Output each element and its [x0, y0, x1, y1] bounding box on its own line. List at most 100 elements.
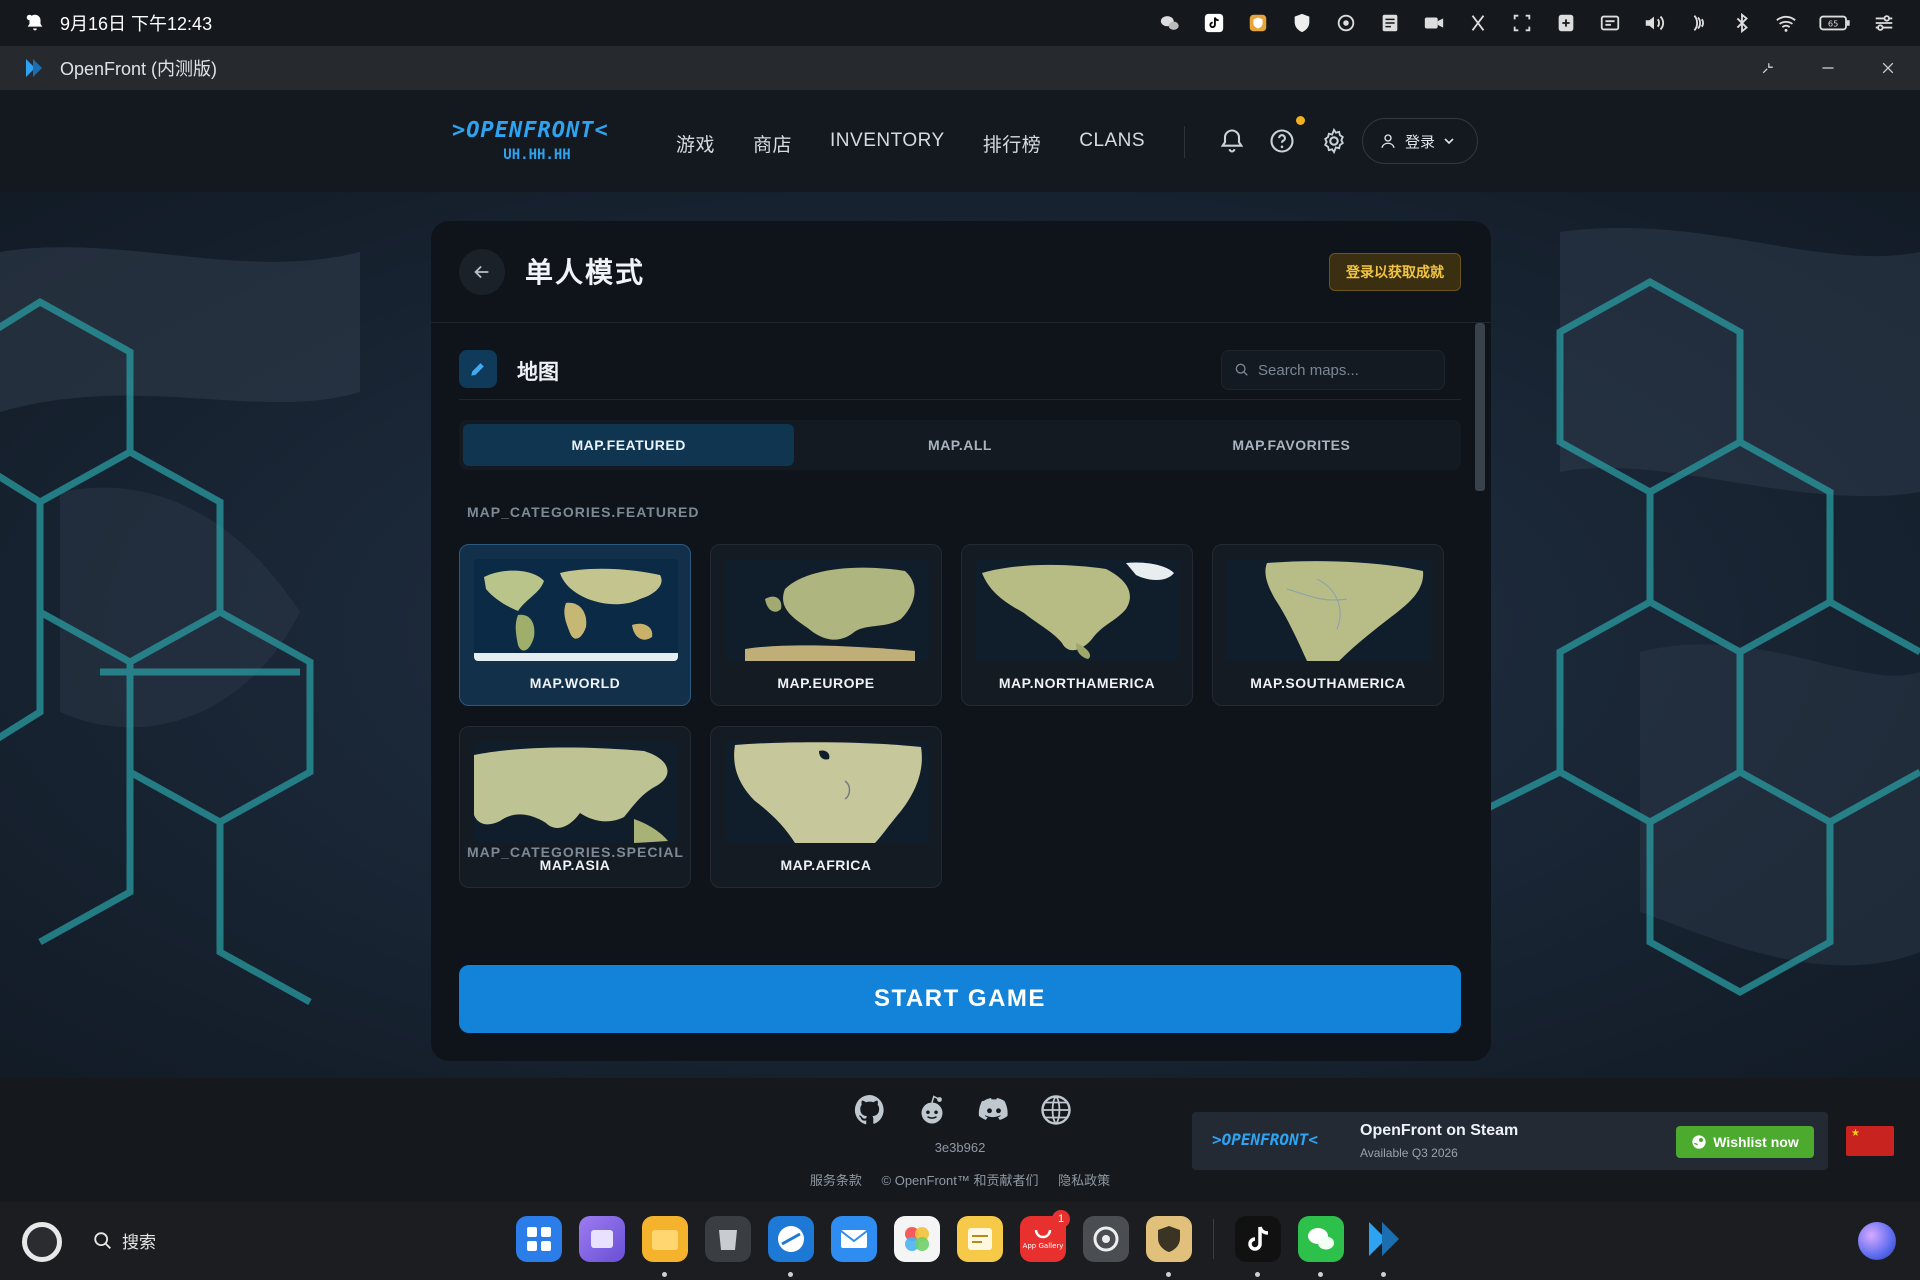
screenshot-icon[interactable]	[1466, 11, 1490, 35]
gear-icon[interactable]	[1320, 127, 1348, 155]
search-icon	[1235, 363, 1248, 376]
nfc-icon[interactable]	[1686, 11, 1710, 35]
main-nav: 游戏 商店 INVENTORY 排行榜 CLANS	[676, 130, 1145, 157]
settings-sliders-icon[interactable]	[1872, 11, 1896, 35]
close-icon[interactable]	[1878, 58, 1898, 78]
app-footer: 3e3b962 服务条款 © OpenFront™ 和贡献者们 隐私政策 >OP…	[0, 1078, 1920, 1202]
terms-link[interactable]: 服务条款	[810, 1173, 862, 1188]
nav-item-leaderboard[interactable]: 排行榜	[983, 130, 1042, 157]
modal-scrollbar[interactable]	[1475, 323, 1485, 491]
header-divider	[1184, 126, 1185, 158]
mail-icon[interactable]	[831, 1216, 877, 1262]
map-card-asia[interactable]: MAP.ASIA	[459, 726, 691, 888]
social-links	[852, 1092, 1074, 1128]
notes-icon[interactable]	[1378, 11, 1402, 35]
photos-icon[interactable]	[894, 1216, 940, 1262]
multitask-icon[interactable]	[579, 1216, 625, 1262]
system-tray: 65	[1158, 11, 1896, 35]
wechat-icon[interactable]	[1158, 11, 1182, 35]
notification-bell-icon[interactable]	[24, 12, 46, 34]
wifi-icon[interactable]	[1774, 11, 1798, 35]
start-button[interactable]	[22, 1222, 62, 1262]
openfront-logo[interactable]: >OPENFRONT< UH.HH.HH	[452, 118, 622, 168]
tiktok-icon[interactable]	[1202, 11, 1226, 35]
wishlist-button[interactable]: Wishlist now	[1676, 1126, 1814, 1158]
map-card-africa[interactable]: MAP.AFRICA	[710, 726, 942, 888]
modal-header: 单人模式 登录以获取成就	[431, 221, 1491, 323]
launcher-icon[interactable]	[516, 1216, 562, 1262]
window-titlebar: OpenFront (内测版)	[0, 46, 1920, 90]
pencil-icon	[459, 350, 497, 388]
openfront-dock-icon[interactable]	[1361, 1216, 1407, 1277]
shield-app-icon[interactable]	[1246, 11, 1270, 35]
reddit-icon[interactable]	[914, 1092, 950, 1128]
minimize-icon[interactable]	[1818, 58, 1838, 78]
steam-banner-title: OpenFront on Steam	[1360, 1122, 1519, 1139]
asia-map-thumbnail	[474, 741, 678, 843]
nav-item-inventory[interactable]: INVENTORY	[830, 130, 945, 157]
singleplayer-modal: 单人模式 登录以获取成就 地图 MAP.FEATURED MAP.ALL MAP…	[431, 221, 1491, 1061]
globe-icon[interactable]	[1038, 1092, 1074, 1128]
assistant-orb-icon[interactable]	[1858, 1222, 1896, 1260]
bell-icon[interactable]	[1218, 127, 1246, 155]
chevron-down-icon	[1444, 138, 1454, 145]
security-icon[interactable]	[1290, 11, 1314, 35]
crop-icon[interactable]	[1510, 11, 1534, 35]
taskbar-search[interactable]: 搜索	[92, 1228, 156, 1253]
app-header: >OPENFRONT< UH.HH.HH 游戏 商店 INVENTORY 排行榜…	[0, 90, 1920, 192]
map-card-world[interactable]: MAP.WORLD	[459, 544, 691, 706]
ai-icon[interactable]	[1334, 11, 1358, 35]
africa-map-thumbnail	[725, 741, 929, 843]
wechat-app-icon[interactable]	[1298, 1216, 1344, 1277]
discord-icon[interactable]	[976, 1092, 1012, 1128]
github-icon[interactable]	[852, 1092, 888, 1128]
trash-icon[interactable]	[705, 1216, 751, 1262]
nav-item-play[interactable]: 游戏	[676, 130, 715, 157]
steam-banner[interactable]: >OPENFRONT< OpenFront on Steam Available…	[1192, 1112, 1828, 1170]
brand-wordmark: >OPENFRONT<	[452, 118, 609, 143]
running-indicator	[1255, 1272, 1260, 1277]
steam-icon	[1692, 1135, 1706, 1149]
browser-icon[interactable]	[768, 1216, 814, 1277]
running-indicator	[662, 1272, 667, 1277]
keyboard-icon[interactable]	[1598, 11, 1622, 35]
wishlist-label: Wishlist now	[1713, 1134, 1799, 1150]
nav-item-clans[interactable]: CLANS	[1079, 130, 1145, 157]
map-card-southamerica[interactable]: MAP.SOUTHAMERICA	[1212, 544, 1444, 706]
app-gallery-icon[interactable]: App Gallery 1	[1020, 1210, 1070, 1262]
camera-icon[interactable]	[1422, 11, 1446, 35]
openfront-app-icon	[26, 59, 42, 77]
language-flag-icon[interactable]	[1846, 1126, 1894, 1156]
nav-item-store[interactable]: 商店	[753, 130, 792, 157]
files-icon[interactable]	[642, 1216, 688, 1277]
login-button[interactable]: 登录	[1362, 118, 1478, 164]
tab-all[interactable]: MAP.ALL	[794, 424, 1125, 466]
tab-favorites[interactable]: MAP.FAVORITES	[1126, 424, 1457, 466]
restore-icon[interactable]	[1758, 58, 1778, 78]
privacy-link[interactable]: 隐私政策	[1058, 1173, 1110, 1188]
copyright-link[interactable]: © OpenFront™ 和贡献者们	[882, 1173, 1039, 1188]
tab-featured[interactable]: MAP.FEATURED	[463, 424, 795, 466]
os-status-bar: 9月16日 下午12:43 65	[0, 0, 1920, 46]
taskbar-search-label: 搜索	[122, 1233, 156, 1252]
start-game-button[interactable]: START GAME	[459, 965, 1461, 1033]
steam-banner-subtitle: Available Q3 2026	[1360, 1146, 1458, 1160]
steam-banner-logo: >OPENFRONT<	[1212, 1130, 1318, 1149]
map-selection-scroll[interactable]: 地图 MAP.FEATURED MAP.ALL MAP.FAVORITES MA…	[431, 324, 1491, 938]
security-center-icon[interactable]	[1146, 1216, 1192, 1277]
map-card-europe[interactable]: MAP.EUROPE	[710, 544, 942, 706]
world-map-thumbnail	[474, 559, 678, 661]
map-card-northamerica[interactable]: MAP.NORTHAMERICA	[961, 544, 1193, 706]
map-search-input[interactable]	[1258, 361, 1428, 379]
system-settings-icon[interactable]	[1083, 1216, 1129, 1262]
bluetooth-icon[interactable]	[1730, 11, 1754, 35]
running-indicator	[788, 1272, 793, 1277]
volume-icon[interactable]	[1642, 11, 1666, 35]
map-tabs: MAP.FEATURED MAP.ALL MAP.FAVORITES	[459, 420, 1461, 470]
calculator-icon[interactable]	[1554, 11, 1578, 35]
notepad-icon[interactable]	[957, 1216, 1003, 1262]
login-for-achievements-button[interactable]: 登录以获取成就	[1329, 253, 1461, 291]
tiktok-app-icon[interactable]	[1235, 1216, 1281, 1277]
help-icon[interactable]	[1268, 127, 1296, 155]
back-button[interactable]	[459, 249, 505, 295]
